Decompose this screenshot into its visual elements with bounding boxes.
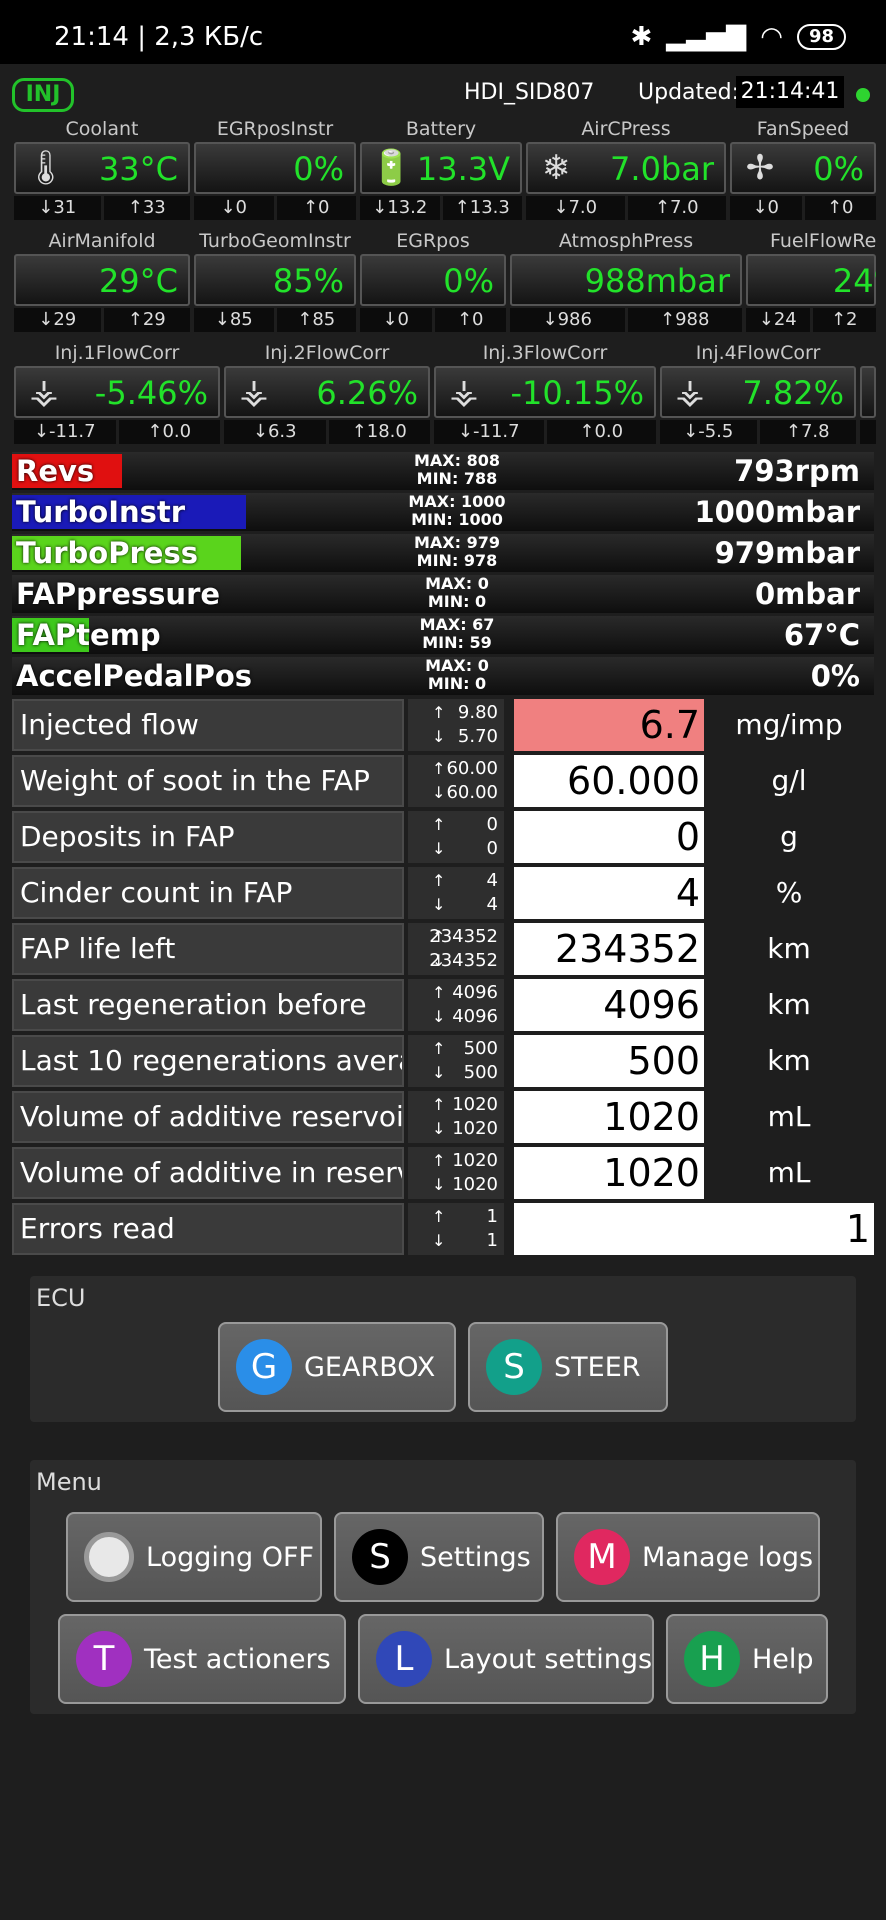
inj-badge[interactable]: INJ xyxy=(12,78,74,112)
injector-icon: ⚶ xyxy=(29,372,59,412)
connection-status-dot xyxy=(856,88,870,102)
table-row[interactable]: Cinder count in FAP ↑ 4 ↓ 4 4 % xyxy=(12,867,874,919)
signal-icon: ▂▃▅▇ xyxy=(666,22,747,52)
fan-icon: ✢ xyxy=(745,148,775,188)
snowflake-icon: ❄ xyxy=(541,148,571,188)
gauge-inj4flowcorr[interactable]: Inj.4FlowCorr ⚶ 7.82% ↓-5.5 ↑7.8 xyxy=(660,342,856,446)
ecu-panel-title: ECU xyxy=(36,1284,86,1312)
bar-turbopress[interactable]: TurboPress MAX: 979 MIN: 978 979mbar xyxy=(12,534,874,572)
steer-letter-icon: S xyxy=(486,1339,542,1395)
table-row[interactable]: Volume of additive reservoir ↑ 1020 ↓ 1020 … xyxy=(12,1091,874,1143)
table-row[interactable]: Errors read ↑ 1 ↓ 1 1 xyxy=(12,1203,874,1255)
battery-level: 98 xyxy=(796,24,846,50)
table-row[interactable]: Injected flow ↑ 9.80 ↓ 5.70 6.7 mg/imp xyxy=(12,699,874,751)
thermometer-icon: 🌡 xyxy=(24,148,68,188)
gauge-aircpress[interactable]: AirCPress ❄ 7.0bar ↓7.0 ↑7.0 xyxy=(526,118,726,222)
gauge-fuelflowre[interactable]: FuelFlowRe 24% ↓24↑2 xyxy=(746,230,876,334)
settings-letter-icon: S xyxy=(352,1529,408,1585)
settings-button[interactable]: S Settings xyxy=(334,1512,544,1602)
value-cell: 1020 xyxy=(514,1091,704,1143)
value-cell: 4 xyxy=(514,867,704,919)
table-row[interactable]: Last regeneration before ↑ 4096 ↓ 4096 4096… xyxy=(12,979,874,1031)
gauge-inj3flowcorr[interactable]: Inj.3FlowCorr ⚶ -10.15% ↓-11.7 ↑0.0 xyxy=(434,342,656,446)
gauge-inj2flowcorr[interactable]: Inj.2FlowCorr ⚶ 6.26% ↓6.3 ↑18.0 xyxy=(224,342,430,446)
manage-logs-letter-icon: M xyxy=(574,1529,630,1585)
gauge-airmanifold[interactable]: AirManifold 29°C ↓29 ↑29 xyxy=(14,230,190,334)
bar-accelpedalpos[interactable]: AccelPedalPos MAX: 0 MIN: 0 0% xyxy=(12,657,874,695)
bar-faptemp[interactable]: FAPtemp MAX: 67 MIN: 59 67°C xyxy=(12,616,874,654)
menu-panel: Menu Logging OFF S Settings M Manage log… xyxy=(30,1460,856,1714)
table-row[interactable]: Last 10 regenerations averag ↑ 500 ↓ 500 50… xyxy=(12,1035,874,1087)
gauge-atmosphpress[interactable]: AtmosphPress 988mbar ↓986 ↑988 xyxy=(510,230,742,334)
table-row[interactable]: FAP life left ↑ 234352 ↓ 234352 234352 km xyxy=(12,923,874,975)
gearbox-button[interactable]: G GEARBOX xyxy=(218,1322,456,1412)
status-time: 21:14 | 2,3 КБ/с xyxy=(54,22,264,52)
bluetooth-icon: ✱ xyxy=(630,22,653,52)
status-icons: ✱ ▂▃▅▇ ◠ 98 xyxy=(630,22,846,52)
value-cell: 234352 xyxy=(514,923,704,975)
injector-icon: ⚶ xyxy=(675,372,705,412)
test-actioners-letter-icon: T xyxy=(76,1631,132,1687)
value-cell: 1020 xyxy=(514,1147,704,1199)
layout-settings-letter-icon: L xyxy=(376,1631,432,1687)
updated-label: Updated: xyxy=(638,80,740,105)
value-cell: 4096 xyxy=(514,979,704,1031)
manage-logs-button[interactable]: M Manage logs xyxy=(556,1512,820,1602)
updated-time: 21:14:41 xyxy=(736,76,844,108)
status-bar: 21:14 | 2,3 КБ/с ✱ ▂▃▅▇ ◠ 98 xyxy=(0,0,886,64)
app-header: INJ HDI_SID807 Updated: 21:14:41 xyxy=(0,72,886,116)
menu-panel-title: Menu xyxy=(36,1468,102,1496)
table-row[interactable]: Volume of additive in reservo ↑ 1020 ↓ 1020… xyxy=(12,1147,874,1199)
logging-toggle-button[interactable]: Logging OFF xyxy=(66,1512,322,1602)
gauge-coolant[interactable]: Coolant 🌡 33°C ↓31 ↑33 xyxy=(14,118,190,222)
value-cell: 60.000 xyxy=(514,755,704,807)
gauge-egrpos[interactable]: EGRpos 0% ↓0 ↑0 xyxy=(360,230,506,334)
bar-fappressure[interactable]: FAPpressure MAX: 0 MIN: 0 0mbar xyxy=(12,575,874,613)
layout-settings-button[interactable]: L Layout settings xyxy=(358,1614,654,1704)
table-row[interactable]: Deposits in FAP ↑ 0 ↓ 0 0 g xyxy=(12,811,874,863)
table-row[interactable]: Weight of soot in the FAP ↑ 60.00 ↓ 60.00 6… xyxy=(12,755,874,807)
gauge-battery[interactable]: Battery 🔋 13.3V ↓13.2 ↑13.3 xyxy=(360,118,522,222)
help-letter-icon: H xyxy=(684,1631,740,1687)
gauge-turbogeominstr[interactable]: TurboGeomInstr 85% ↓85 ↑85 xyxy=(194,230,356,334)
ecu-profile-name: HDI_SID807 xyxy=(464,80,595,105)
help-button[interactable]: H Help xyxy=(666,1614,828,1704)
bar-turboinstr[interactable]: TurboInstr MAX: 1000 MIN: 1000 1000mbar xyxy=(12,493,874,531)
gearbox-letter-icon: G xyxy=(236,1339,292,1395)
value-cell: 1 xyxy=(514,1203,874,1255)
ecu-panel: ECU G GEARBOX S STEER xyxy=(30,1276,856,1422)
gauge-inj1flowcorr[interactable]: Inj.1FlowCorr ⚶ -5.46% ↓-11.7 ↑0.0 xyxy=(14,342,220,446)
value-cell: 500 xyxy=(514,1035,704,1087)
value-cell: 6.7 xyxy=(514,699,704,751)
value-cell: 0 xyxy=(514,811,704,863)
injector-icon: ⚶ xyxy=(239,372,269,412)
wifi-icon: ◠ xyxy=(760,22,783,52)
battery-icon: 🔋 xyxy=(370,148,413,188)
injector-icon: ⚶ xyxy=(449,372,479,412)
steer-button[interactable]: S STEER xyxy=(468,1322,668,1412)
gauge-egrposinstr[interactable]: EGRposInstr 0% ↓0 ↑0 xyxy=(194,118,356,222)
logging-status-icon xyxy=(84,1532,134,1582)
test-actioners-button[interactable]: T Test actioners xyxy=(58,1614,346,1704)
gauge-partial xyxy=(860,342,876,446)
bar-revs[interactable]: Revs MAX: 808 MIN: 788 793rpm xyxy=(12,452,874,490)
gauge-fanspeed[interactable]: FanSpeed ✢ 0% ↓0 ↑0 xyxy=(730,118,876,222)
